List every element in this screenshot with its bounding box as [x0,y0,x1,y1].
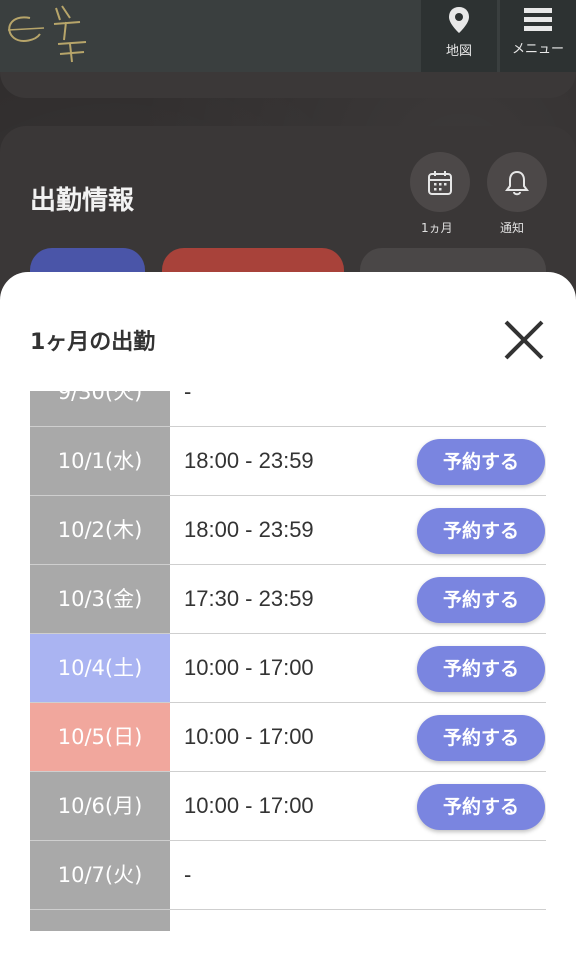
hamburger-icon [524,8,552,31]
table-row: 10/7(火) - [30,840,546,909]
time-cell: - [184,862,192,887]
time-cell: 18:00 - 23:59 [184,517,314,542]
table-row: 10/6(月) 10:00 - 17:00 予約する [30,771,546,840]
reserve-button[interactable]: 予約する [417,715,545,761]
date-cell: 10/2(木) [30,496,170,564]
date-cell: 10/6(月) [30,772,170,840]
time-cell: - [184,391,192,404]
reserve-button[interactable]: 予約する [417,439,545,485]
table-row [30,909,546,931]
date-cell: 10/3(金) [30,565,170,633]
date-cell: 10/5(日) [30,703,170,771]
site-logo[interactable] [0,0,110,72]
time-cell: 17:30 - 23:59 [184,586,314,611]
top-bar: 地図 メニュー [0,0,576,72]
table-row: 10/3(金) 17:30 - 23:59 予約する [30,564,546,633]
table-row: 10/5(日) 10:00 - 17:00 予約する [30,702,546,771]
monthly-button[interactable] [410,152,470,212]
reserve-button[interactable]: 予約する [417,508,545,554]
previous-card [0,72,576,98]
map-pin-icon [449,7,469,33]
time-cell: 10:00 - 17:00 [184,724,314,749]
table-row: 9/30(火) - [30,391,546,426]
notify-button[interactable] [487,152,547,212]
monthly-attendance-modal: 1ヶ月の出勤 9/30(火) -10/1(水) 18:00 - 23:59 予約する 1… [0,272,576,976]
date-cell: 9/30(火) [30,391,170,426]
reserve-button[interactable]: 予約する [417,577,545,623]
table-row: 10/1(水) 18:00 - 23:59 予約する [30,426,546,495]
date-cell: 10/1(水) [30,427,170,495]
date-cell [30,910,170,931]
notify-label: 通知 [500,221,525,235]
table-row: 10/2(木) 18:00 - 23:59 予約する [30,495,546,564]
time-cell: 10:00 - 17:00 [184,793,314,818]
calendar-icon [428,170,452,195]
time-cell: 10:00 - 17:00 [184,655,314,680]
map-button[interactable]: 地図 [421,0,497,72]
time-cell: 18:00 - 23:59 [184,448,314,473]
map-label: 地図 [445,44,472,59]
date-cell: 10/7(火) [30,841,170,909]
reserve-button[interactable]: 予約する [417,646,545,692]
close-button[interactable] [498,314,550,366]
menu-label: メニュー [511,42,564,57]
attendance-title: 出勤情報 [30,186,135,216]
menu-button[interactable]: メニュー [500,0,576,72]
bell-icon [505,170,529,195]
date-cell: 10/4(土) [30,634,170,702]
attendance-table[interactable]: 9/30(火) -10/1(水) 18:00 - 23:59 予約する 10/2(木) 1… [30,391,546,931]
modal-title: 1ヶ月の出勤 [30,330,156,355]
reserve-button[interactable]: 予約する [417,784,545,830]
monthly-label: 1ヵ月 [421,221,453,235]
close-icon [504,320,544,360]
table-row: 10/4(土) 10:00 - 17:00 予約する [30,633,546,702]
